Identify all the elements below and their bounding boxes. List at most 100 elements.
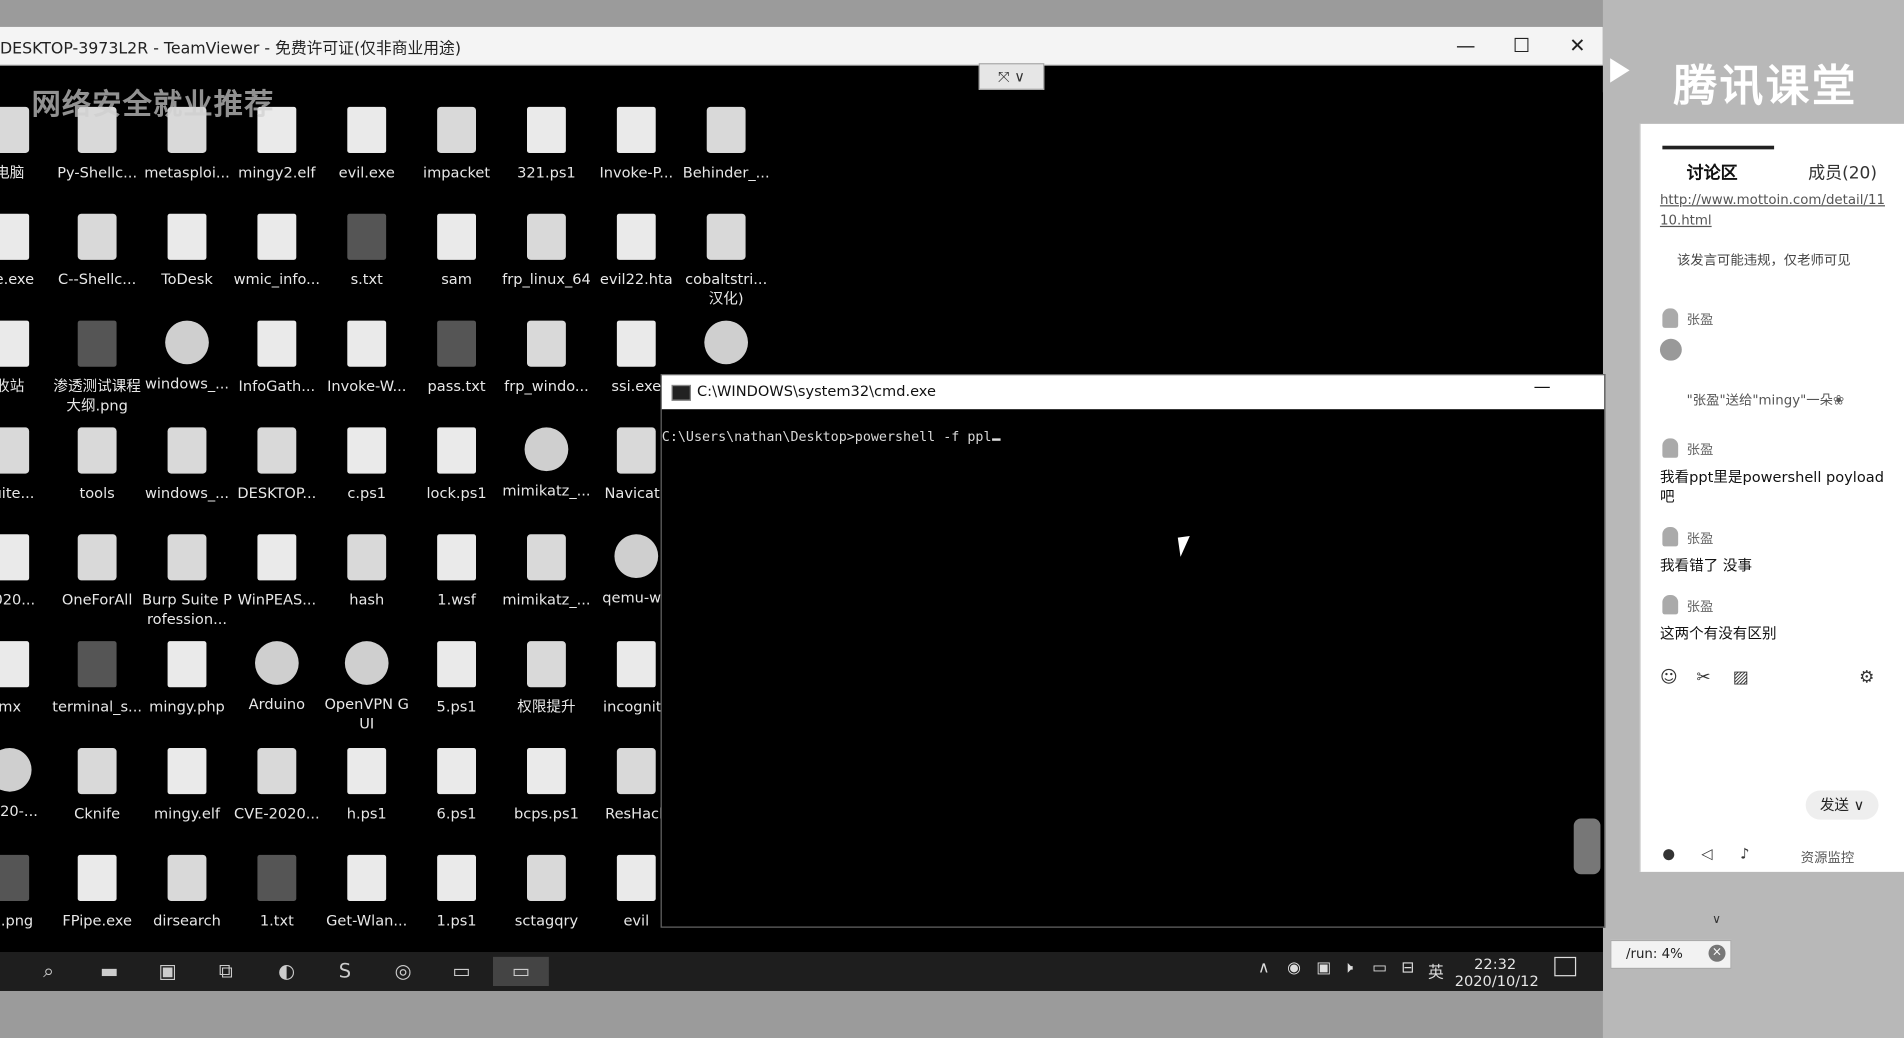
settings-icon[interactable]: ⚙ bbox=[1859, 668, 1874, 687]
desktop-icon-label: h.ps1 bbox=[346, 805, 387, 823]
desktop-icon[interactable]: tools bbox=[51, 420, 143, 524]
clock-time[interactable]: 22:32 bbox=[1474, 956, 1516, 973]
desktop-icon[interactable]: evil22.hta bbox=[590, 206, 682, 310]
desktop-icon[interactable]: frp_windo... bbox=[500, 313, 592, 417]
desktop-icon[interactable]: lock.ps1 bbox=[410, 420, 502, 524]
volume-icon[interactable]: 🕨 bbox=[1343, 959, 1353, 977]
mic-icon[interactable]: ● bbox=[1662, 845, 1675, 862]
teamviewer-titlebar[interactable]: DESKTOP-3973L2R - TeamViewer - 免费许可证(仅非商… bbox=[0, 26, 1605, 66]
cmd-titlebar[interactable]: C:\WINDOWS\system32\cmd.exe — bbox=[661, 375, 1605, 410]
image-icon[interactable]: ▨ bbox=[1733, 668, 1749, 687]
desktop-icon[interactable]: 权限提升 bbox=[500, 634, 592, 738]
search-icon[interactable]: ⌕ bbox=[32, 957, 66, 986]
desktop-icon[interactable]: hash bbox=[321, 527, 413, 631]
desktop-icon[interactable]: Burp Suite Profession... bbox=[141, 527, 233, 631]
desktop-icon[interactable]: InfoGath... bbox=[231, 313, 323, 417]
tab-discussion[interactable]: 讨论区 bbox=[1687, 160, 1738, 184]
cmd-prompt-line[interactable]: C:\Users\nathan\Desktop>powershell -f pp… bbox=[662, 429, 1001, 444]
desktop-icon-label: OneForAll bbox=[61, 591, 133, 609]
desktop-icon[interactable]: DESKTOP... bbox=[231, 420, 323, 524]
desktop-icon[interactable]: Cknife bbox=[51, 741, 143, 845]
desktop-icon[interactable]: h.ps1 bbox=[321, 741, 413, 845]
edge-icon[interactable]: ◐ bbox=[270, 957, 304, 986]
desktop-icon[interactable]: ToDesk bbox=[141, 206, 233, 310]
desktop-icon[interactable]: CVE-2020... bbox=[231, 741, 323, 845]
tray-up-icon[interactable]: ∧ bbox=[1258, 959, 1270, 977]
desktop-icon[interactable]: bcps.ps1 bbox=[500, 741, 592, 845]
maximize-button[interactable]: ☐ bbox=[1494, 27, 1550, 65]
desktop-icon[interactable]: mingy.php bbox=[141, 634, 233, 738]
app-s-icon[interactable]: S bbox=[328, 957, 362, 986]
desktop-icon[interactable]: evil.exe bbox=[321, 100, 413, 204]
close-button[interactable]: ✕ bbox=[1549, 27, 1605, 65]
desktop-icon[interactable]: mimikatz_... bbox=[500, 420, 592, 524]
desktop-icon[interactable]: frp_linux_64 bbox=[500, 206, 592, 310]
desktop-icon[interactable]: Arduino bbox=[231, 634, 323, 738]
desktop-icon[interactable]: sam bbox=[410, 206, 502, 310]
screen-icon[interactable]: ▣ bbox=[151, 957, 185, 986]
scroll-down-icon[interactable]: ∨ bbox=[1712, 913, 1721, 926]
desktop-icon[interactable]: mimikatz_... bbox=[500, 527, 592, 631]
file-explorer-icon[interactable]: ▬ bbox=[92, 957, 126, 986]
desktop-icon[interactable]: Get-Wlan... bbox=[321, 848, 413, 952]
ime-indicator[interactable]: 英 bbox=[1428, 959, 1444, 982]
desktop-icon[interactable]: windows_... bbox=[141, 420, 233, 524]
music-icon[interactable]: ♪ bbox=[1740, 845, 1749, 862]
desktop-icon[interactable]: pass.txt bbox=[410, 313, 502, 417]
desktop-icon[interactable]: 室.png bbox=[0, 848, 56, 952]
desktop-icon[interactable]: OneForAll bbox=[51, 527, 143, 631]
desktop-icon[interactable]: suite... bbox=[0, 420, 56, 524]
desktop-icon[interactable]: 6.ps1 bbox=[410, 741, 502, 845]
desktop-icon[interactable]: terminal_s... bbox=[51, 634, 143, 738]
desktop-icon[interactable]: impacket bbox=[410, 100, 502, 204]
resource-monitor[interactable]: 资源监控 bbox=[1801, 848, 1854, 867]
side-handle[interactable] bbox=[1573, 818, 1601, 875]
minimize-button[interactable]: — bbox=[1438, 27, 1494, 65]
desktop-icon[interactable]: windows_... bbox=[141, 313, 233, 417]
desktop-icon[interactable]: 321.ps1 bbox=[500, 100, 592, 204]
speaker-icon[interactable]: ◁ bbox=[1701, 845, 1712, 862]
desktop-icon[interactable]: mx bbox=[0, 634, 56, 738]
clock-date[interactable]: 2020/10/12 bbox=[1455, 973, 1539, 990]
desktop-icon[interactable]: Behinder_... bbox=[680, 100, 772, 204]
teamviewer-toolbar-handle[interactable]: ⤧ ∨ bbox=[978, 63, 1045, 90]
desktop-icon[interactable]: wmic_info... bbox=[231, 206, 323, 310]
desktop-icon[interactable]: 2020... bbox=[0, 527, 56, 631]
desktop-icon[interactable]: 2020-... bbox=[0, 741, 56, 845]
emoji-button-icon[interactable]: ☺ bbox=[1660, 668, 1678, 687]
desktop-icon[interactable]: 渗透测试课程大纲.png bbox=[51, 313, 143, 417]
desktop-icon[interactable]: s.txt bbox=[321, 206, 413, 310]
desktop-icon[interactable]: 1.ps1 bbox=[410, 848, 502, 952]
desktop-icon[interactable]: mingy.elf bbox=[141, 741, 233, 845]
desktop-icon[interactable]: FPipe.exe bbox=[51, 848, 143, 952]
tab-members[interactable]: 成员(20) bbox=[1808, 160, 1877, 184]
desktop-icon[interactable]: 5.ps1 bbox=[410, 634, 502, 738]
tray-app2-icon[interactable]: ▣ bbox=[1316, 959, 1331, 977]
cmd-minimize-button[interactable]: — bbox=[1534, 378, 1551, 397]
chrome-icon[interactable]: ◎ bbox=[386, 957, 420, 986]
battery-icon[interactable]: ▭ bbox=[1372, 959, 1387, 977]
send-button[interactable]: 发送 ∨ bbox=[1805, 790, 1879, 820]
network-icon[interactable]: ⊟ bbox=[1401, 959, 1414, 977]
notification-icon[interactable] bbox=[1554, 956, 1577, 977]
terminal-icon[interactable]: ▭ bbox=[444, 957, 478, 986]
desktop-icon[interactable]: sctagqry bbox=[500, 848, 592, 952]
desktop-icon[interactable]: WinPEAS... bbox=[231, 527, 323, 631]
scissors-icon[interactable]: ✂ bbox=[1696, 668, 1710, 687]
desktop-icon[interactable]: C--Shellc... bbox=[51, 206, 143, 310]
chat-link[interactable]: http://www.mottoin.com/detail/1110.html bbox=[1660, 189, 1891, 230]
desktop-icon[interactable]: cobaltstri... 汉化) bbox=[680, 206, 772, 310]
desktop-icon[interactable]: 1.txt bbox=[231, 848, 323, 952]
desktop-icon[interactable]: c.ps1 bbox=[321, 420, 413, 524]
tray-app-icon[interactable]: ◉ bbox=[1287, 959, 1301, 977]
task-view-icon[interactable]: ⧉ bbox=[209, 957, 243, 986]
desktop-icon[interactable]: 收站 bbox=[0, 313, 56, 417]
desktop-icon[interactable]: OpenVPN GUI bbox=[321, 634, 413, 738]
cmd-taskbar-icon[interactable]: ▭ bbox=[493, 956, 549, 987]
desktop-icon[interactable]: 1.wsf bbox=[410, 527, 502, 631]
desktop-icon[interactable]: dirsearch bbox=[141, 848, 233, 952]
desktop-icon[interactable]: Invoke-W... bbox=[321, 313, 413, 417]
desktop-icon[interactable]: Invoke-P... bbox=[590, 100, 682, 204]
desktop-icon[interactable]: ne.exe bbox=[0, 206, 56, 310]
status-close-icon[interactable]: × bbox=[1708, 944, 1726, 962]
